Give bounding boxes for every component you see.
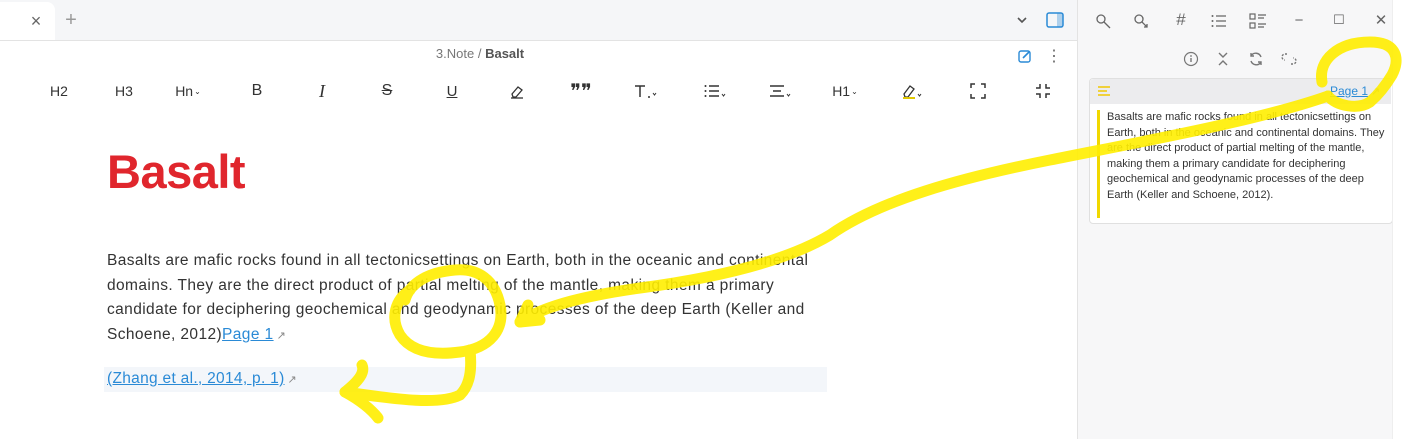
refresh-icon[interactable] [1245, 48, 1267, 70]
maximize-button[interactable]: ☐ [1328, 9, 1350, 31]
unlink-icon[interactable] [1278, 48, 1300, 70]
highlight-color-icon[interactable] [1096, 83, 1112, 99]
align-icon[interactable] [765, 81, 795, 101]
paragraph-text: Basalts are mafic rocks found in all tec… [107, 252, 809, 343]
strikethrough-button[interactable]: S [375, 81, 399, 101]
note-paragraph[interactable]: Basalts are mafic rocks found in all tec… [107, 249, 837, 348]
annotation-text: Basalts are mafic rocks found in all tec… [1107, 111, 1385, 201]
underline-label: U [446, 82, 458, 100]
backlink-icon[interactable] [1130, 10, 1152, 32]
external-link-icon: ↗ [1371, 86, 1381, 98]
bold-button[interactable]: B [245, 81, 269, 101]
graph-link-icon[interactable] [1093, 10, 1115, 32]
underline-button[interactable]: U [440, 81, 464, 101]
heading-2-button[interactable]: H2 [45, 81, 73, 101]
outline-icon[interactable] [1208, 10, 1230, 32]
edit-mode-icon[interactable] [1015, 46, 1035, 66]
breadcrumb: 3.Note / Basalt [0, 46, 960, 61]
heading-1-label: H1 [832, 83, 851, 99]
close-tab-icon[interactable]: × [26, 11, 46, 31]
note-title[interactable]: Basalt [107, 144, 246, 199]
card-page-link[interactable]: Page 1 [1330, 84, 1368, 98]
heading-3-label: H3 [115, 83, 133, 99]
breadcrumb-separator: / [477, 46, 482, 61]
list-icon[interactable] [700, 81, 730, 101]
page-link[interactable]: Page 1 [222, 326, 274, 343]
highlight-icon[interactable] [898, 81, 926, 101]
tab-bar [0, 0, 1077, 41]
citation: (Zhang et al., 2014, p. 1) ↗ [107, 370, 297, 388]
bold-label: B [251, 82, 263, 99]
citation-link[interactable]: (Zhang et al., 2014, p. 1) [107, 370, 285, 387]
card-page-link-wrap: Page 1 ↗ [1330, 84, 1380, 98]
breadcrumb-title[interactable]: Basalt [485, 46, 524, 61]
heading-3-button[interactable]: H3 [110, 81, 138, 101]
minimize-button[interactable]: − [1288, 9, 1310, 31]
scrollbar[interactable] [1392, 0, 1411, 439]
italic-label: I [319, 80, 325, 101]
sidebar-toggle-icon[interactable] [1044, 9, 1066, 31]
heading-n-label: Hn [175, 83, 194, 99]
heading-1-button[interactable]: H1 ⌄ [830, 81, 860, 101]
strikethrough-label: S [381, 82, 393, 99]
fullscreen-icon[interactable] [967, 81, 989, 101]
collapse-icon[interactable] [1212, 48, 1234, 70]
text-size-icon[interactable] [630, 81, 660, 101]
exit-fullscreen-icon[interactable] [1032, 81, 1054, 101]
external-link-icon: ↗ [276, 329, 287, 342]
external-link-icon: ↗ [287, 374, 298, 386]
heading-2-label: H2 [50, 83, 68, 99]
heading-n-button[interactable]: Hn ⌄ [173, 81, 203, 101]
eraser-icon[interactable] [505, 81, 529, 101]
annotation-list-icon[interactable] [1247, 10, 1269, 32]
italic-button[interactable]: I [310, 81, 334, 101]
more-options-icon[interactable]: ⋮ [1046, 46, 1062, 66]
chevron-down-icon[interactable] [1012, 10, 1032, 30]
breadcrumb-folder[interactable]: 3.Note [436, 46, 474, 61]
close-window-button[interactable]: ✕ [1370, 9, 1392, 31]
quote-icon[interactable]: ❞❞ [568, 81, 594, 103]
info-icon[interactable] [1180, 48, 1202, 70]
new-tab-icon[interactable]: + [60, 9, 82, 31]
tag-icon[interactable]: # [1170, 9, 1192, 31]
highlight-bar [1097, 110, 1100, 218]
